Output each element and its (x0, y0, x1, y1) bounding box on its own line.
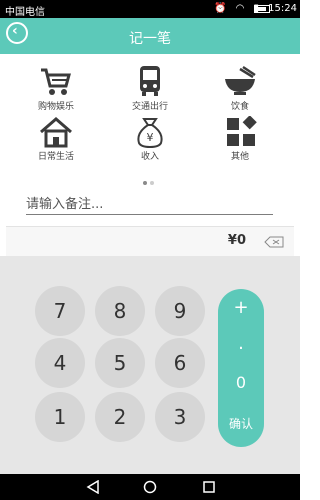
app-header: ‹ 记一笔 (0, 18, 300, 54)
side-key-column: + . 0 确认 (218, 289, 264, 447)
amount-bar: ¥0 (6, 226, 294, 257)
key-3[interactable]: 3 (155, 392, 205, 442)
category-label: 交通出行 (131, 102, 168, 112)
category-shopping[interactable]: 购物娱乐 (16, 64, 96, 112)
confirm-button[interactable]: 确认 (218, 415, 264, 432)
category-other[interactable]: 其他 (200, 116, 280, 162)
key-0[interactable]: 0 (218, 373, 264, 392)
system-nav-bar (0, 474, 300, 500)
key-5[interactable]: 5 (95, 338, 145, 388)
house-icon (40, 117, 72, 148)
key-8[interactable]: 8 (95, 286, 145, 336)
bowl-icon (225, 65, 256, 95)
bus-icon (140, 66, 160, 96)
category-income[interactable]: ¥ 收入 (110, 116, 190, 162)
back-triangle-icon[interactable] (86, 480, 100, 494)
decimal-button[interactable]: . (218, 333, 264, 354)
recents-square-icon[interactable] (203, 481, 215, 493)
key-1[interactable]: 1 (35, 392, 85, 442)
key-2[interactable]: 2 (95, 392, 145, 442)
shopping-cart-icon (41, 68, 71, 95)
key-7[interactable]: 7 (35, 286, 85, 336)
key-4[interactable]: 4 (35, 338, 85, 388)
category-label: 购物娱乐 (37, 102, 74, 112)
amount-display: ¥0 (227, 233, 246, 248)
page-dot (150, 181, 154, 185)
category-food[interactable]: 饮食 (200, 64, 280, 112)
clock: 15:24 (268, 3, 297, 14)
grid-icon (227, 116, 257, 146)
page-title: 记一笔 (129, 31, 171, 47)
category-label: 收入 (140, 152, 159, 162)
status-bar: 中国电信 ⏰ ◠ ▮ 15:24 (0, 0, 300, 18)
category-label: 饮食 (230, 102, 249, 112)
money-bag-icon: ¥ (137, 118, 163, 148)
number-keypad: 7 8 9 4 5 6 1 2 3 + . 0 确认 (0, 256, 300, 474)
carrier-label: 中国电信 (5, 7, 45, 18)
category-label: 其他 (230, 152, 249, 162)
key-9[interactable]: 9 (155, 286, 205, 336)
home-circle-icon[interactable] (143, 480, 157, 494)
category-transport[interactable]: 交通出行 (110, 64, 190, 112)
category-label: 日常生活 (37, 152, 74, 162)
note-input[interactable] (26, 194, 273, 215)
plus-button[interactable]: + (218, 297, 264, 318)
key-6[interactable]: 6 (155, 338, 205, 388)
page-dot (143, 181, 147, 185)
page-indicator (143, 170, 157, 189)
backspace-icon[interactable] (264, 236, 284, 248)
svg-text:¥: ¥ (147, 131, 154, 144)
category-daily[interactable]: 日常生活 (16, 116, 96, 162)
